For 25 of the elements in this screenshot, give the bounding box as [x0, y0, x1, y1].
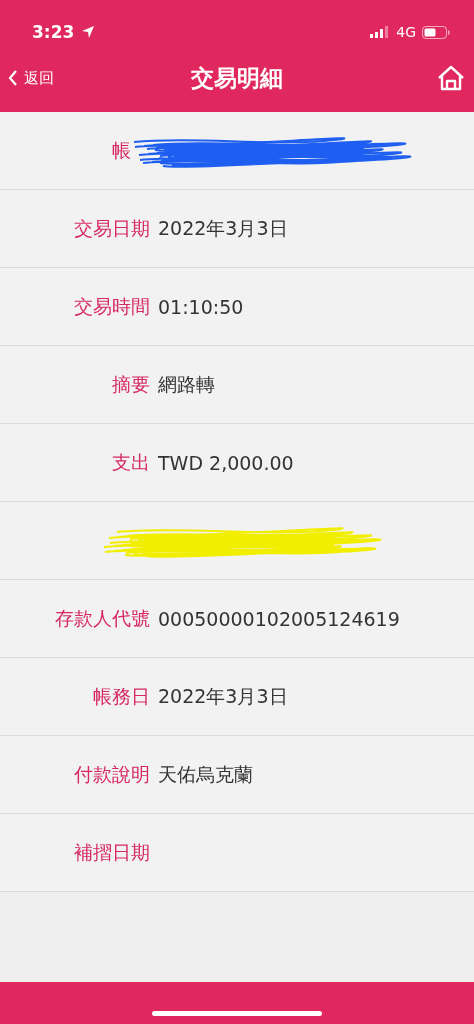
field-value: 網路轉 — [158, 371, 215, 397]
field-label: 交易日期 — [74, 215, 150, 241]
home-icon[interactable] — [436, 64, 466, 92]
field-value: 00050000102005124619 — [158, 607, 400, 630]
network-label: 4G — [396, 24, 416, 40]
chevron-left-icon — [8, 69, 18, 87]
field-value: 01:10:50 — [158, 295, 244, 318]
back-button[interactable]: 返回 — [8, 68, 54, 88]
field-label: 交易時間 — [74, 293, 150, 319]
field-value: 2022年3月3日 — [158, 683, 288, 709]
signal-icon — [370, 26, 391, 38]
field-value: 2022年3月3日 — [158, 215, 288, 241]
field-value: TWD 2,000.00 — [158, 451, 294, 474]
field-label: 支出 — [112, 449, 150, 475]
status-time: 3:23 — [32, 22, 75, 42]
location-arrow-icon — [80, 24, 97, 40]
page-title: 交易明細 — [191, 63, 283, 93]
field-label: 付款說明 — [74, 761, 150, 787]
field-label: 存款人代號 — [55, 605, 150, 631]
field-label: 補摺日期 — [74, 839, 150, 865]
field-value: 天佑烏克蘭 — [158, 761, 253, 787]
field-label: 帳 — [112, 137, 131, 163]
battery-icon — [422, 25, 450, 39]
field-label: 摘要 — [112, 371, 150, 397]
field-label: 帳務日 — [93, 683, 150, 709]
